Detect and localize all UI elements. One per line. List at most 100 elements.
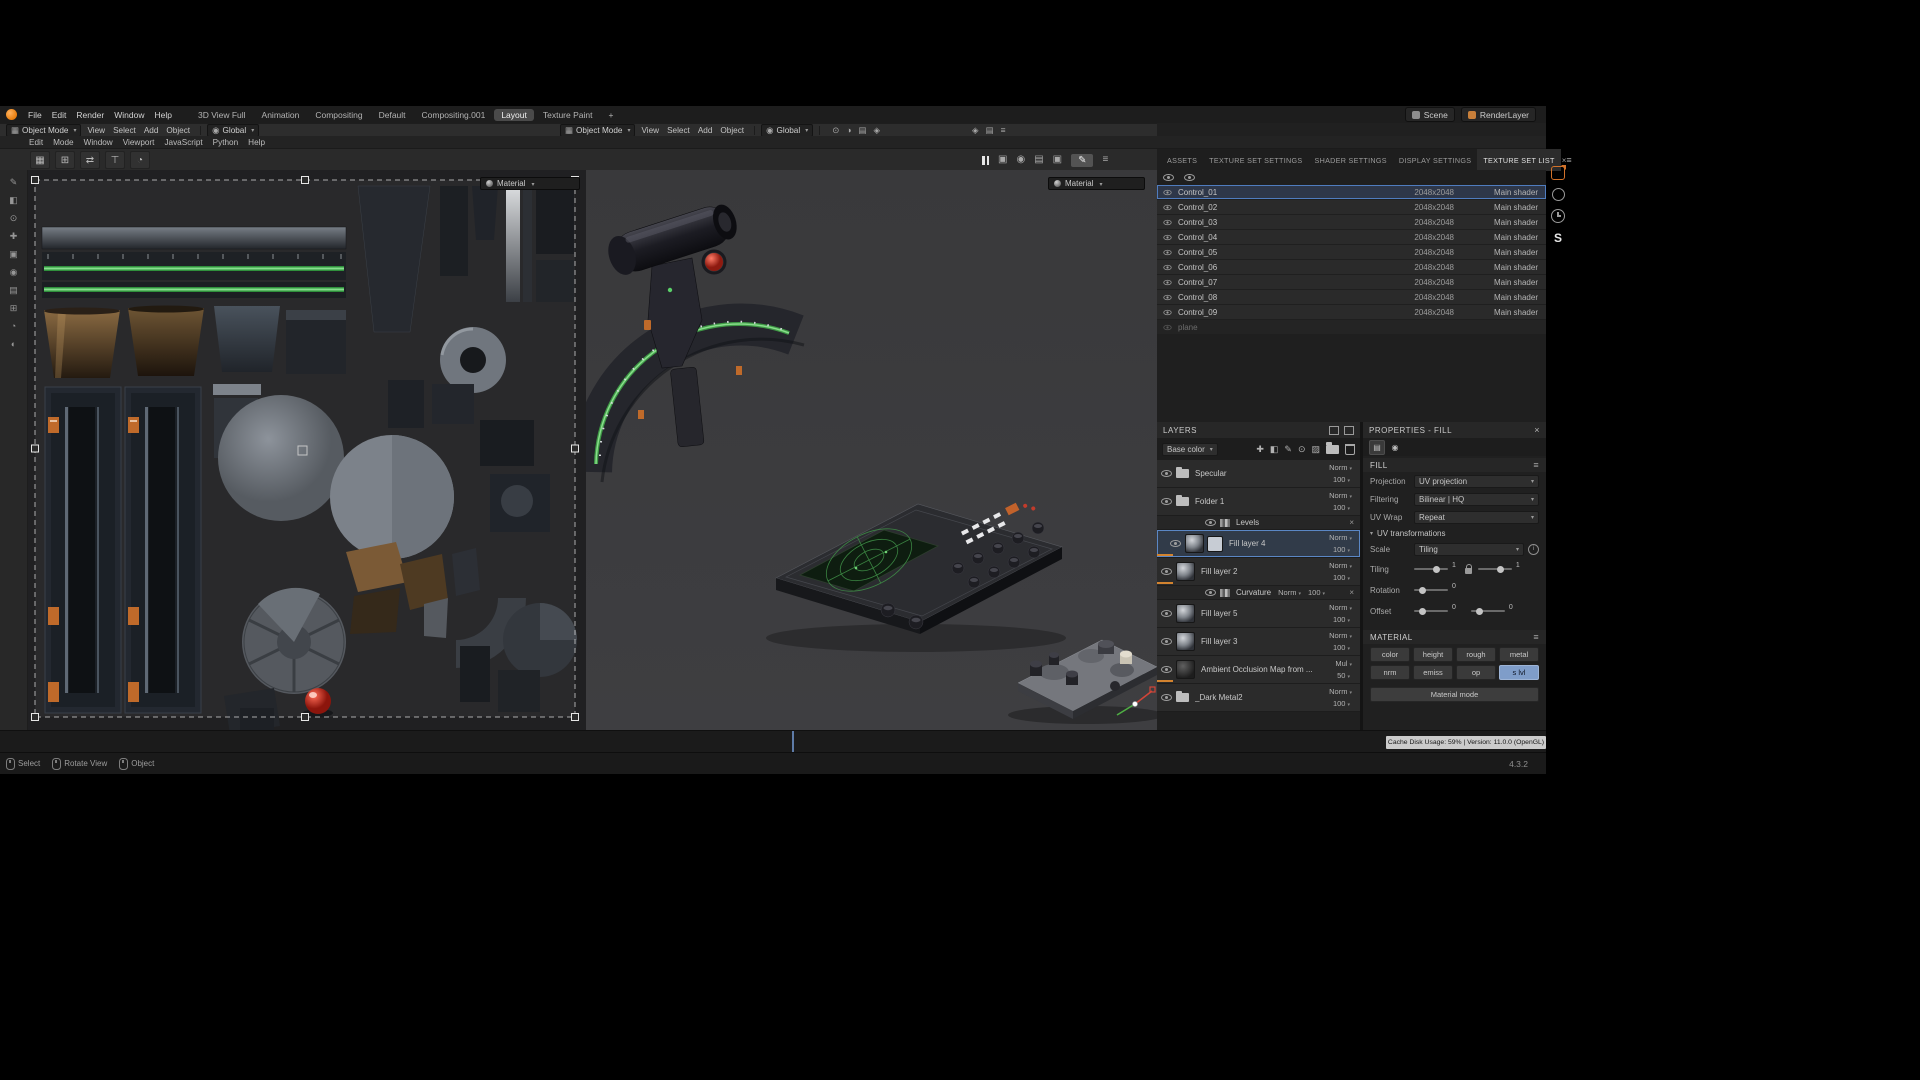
expand-icon[interactable] xyxy=(1344,425,1354,435)
workspace-tab[interactable]: Default xyxy=(372,109,413,121)
layer-thumbnail[interactable] xyxy=(1176,466,1189,478)
texture-set-row[interactable]: Control_05 2048x2048 Main shader xyxy=(1157,245,1546,259)
tiling-x-value[interactable]: 1 xyxy=(1452,562,1456,569)
texture-set-row[interactable]: Control_07 2048x2048 Main shader xyxy=(1157,275,1546,289)
channel-button[interactable]: rough xyxy=(1456,647,1496,662)
dock-tab[interactable]: SHADER SETTINGS xyxy=(1309,149,1393,171)
texture-visibility-icon[interactable] xyxy=(1163,249,1172,255)
blend-mode-select[interactable]: Norm xyxy=(1329,561,1352,570)
opacity-value[interactable]: 100 xyxy=(1333,615,1350,624)
texture-visibility-icon[interactable] xyxy=(1163,189,1172,195)
layer-row[interactable]: Levels × xyxy=(1157,516,1360,530)
side-tool-icon[interactable]: ✎ xyxy=(10,178,18,187)
opacity-value[interactable]: 100 xyxy=(1333,503,1350,512)
add-fill-layer-icon[interactable]: ◧ xyxy=(1270,444,1279,454)
info-icon[interactable] xyxy=(1528,543,1539,555)
painter-menu-item[interactable]: Viewport xyxy=(118,138,160,147)
painter-menu-item[interactable]: Python xyxy=(208,138,244,147)
side-tool-icon[interactable]: ▣ xyxy=(9,250,18,259)
status-circle-icon[interactable] xyxy=(1551,188,1565,201)
viewport-3d-canvas[interactable]: Material xyxy=(586,170,1157,730)
viewport-material-select[interactable]: Material xyxy=(1048,177,1145,190)
scene-selector[interactable]: Scene xyxy=(1404,107,1455,122)
layer-thumbnail[interactable] xyxy=(1220,588,1230,597)
texture-set-row[interactable]: Control_06 2048x2048 Main shader xyxy=(1157,260,1546,274)
channel-button[interactable]: height xyxy=(1413,647,1453,662)
tab-material-properties-icon[interactable]: ◉ xyxy=(1388,441,1402,454)
tool-settings-icon[interactable]: ≡ xyxy=(1102,155,1108,165)
texture-visibility-icon[interactable] xyxy=(1163,264,1172,270)
texture-shader[interactable]: Main shader xyxy=(1468,233,1538,242)
offset-y-value[interactable]: 0 xyxy=(1509,604,1513,611)
layer-visibility-icon[interactable] xyxy=(1205,589,1216,596)
undock-icon[interactable] xyxy=(1329,425,1339,435)
layer-thumbnail[interactable] xyxy=(1176,690,1189,702)
toolbar-tool-icon[interactable]: ▦ xyxy=(30,151,50,169)
opacity-value[interactable]: 100 xyxy=(1333,573,1350,582)
viewport-menu-item[interactable]: Object xyxy=(162,126,194,135)
texture-set-row[interactable]: Control_01 2048x2048 Main shader xyxy=(1157,185,1546,199)
share-icon[interactable] xyxy=(1551,166,1565,180)
painter-menu-item[interactable]: Edit xyxy=(24,138,48,147)
dock-tab[interactable]: ASSETS xyxy=(1161,149,1203,171)
layer-visibility-icon[interactable] xyxy=(1161,610,1172,617)
texture-visibility-icon[interactable] xyxy=(1163,204,1172,210)
dock-tab[interactable]: DISPLAY SETTINGS xyxy=(1393,149,1477,171)
texture-visibility-icon[interactable] xyxy=(1163,294,1172,300)
blend-mode-select[interactable]: Norm xyxy=(1329,533,1352,542)
opacity-value[interactable]: 100 xyxy=(1333,699,1350,708)
blend-mode-select[interactable]: Mul xyxy=(1335,659,1352,668)
channel-button[interactable]: color xyxy=(1370,647,1410,662)
pause-icon[interactable] xyxy=(982,155,989,165)
viewport-menu-item[interactable]: Add xyxy=(140,126,163,135)
painter-menu-item[interactable]: JavaScript xyxy=(159,138,207,147)
capture-tool-icon[interactable]: ▣ xyxy=(998,155,1007,165)
layer-row[interactable]: Curvature Norm 100 × xyxy=(1157,586,1360,600)
layer-visibility-icon[interactable] xyxy=(1161,470,1172,477)
shading-icon[interactable]: ▤ xyxy=(986,126,994,135)
visibility-all-icon[interactable] xyxy=(1163,174,1174,181)
side-tool-icon[interactable]: ◧ xyxy=(9,196,18,205)
shading-icon[interactable]: ◈ xyxy=(972,126,979,135)
side-tool-icon[interactable]: ◉ xyxy=(10,268,18,277)
layer-thumbnail[interactable] xyxy=(1176,562,1195,581)
channel-button[interactable]: metal xyxy=(1499,647,1539,662)
side-tool-icon[interactable]: ◔ xyxy=(11,322,16,331)
workspace-tab[interactable]: Layout xyxy=(494,108,534,121)
tiling-y-slider[interactable] xyxy=(1477,565,1512,573)
workspace-tab[interactable]: + xyxy=(601,109,620,121)
texture-visibility-icon[interactable] xyxy=(1163,219,1172,225)
opacity-value[interactable]: 100 xyxy=(1333,545,1350,554)
blend-mode-select[interactable]: Norm xyxy=(1329,687,1352,696)
add-paint-layer-icon[interactable]: ✚ xyxy=(1256,444,1264,454)
channel-button[interactable]: emiss xyxy=(1413,665,1453,680)
texture-set-row[interactable]: Control_08 2048x2048 Main shader xyxy=(1157,290,1546,304)
viewport-menu-item[interactable]: View xyxy=(83,126,109,135)
workspace-tab[interactable]: Texture Paint xyxy=(536,109,600,121)
texture-set-row[interactable]: Control_09 2048x2048 Main shader xyxy=(1157,305,1546,319)
opacity-value[interactable]: 100 xyxy=(1308,588,1325,597)
layer-visibility-icon[interactable] xyxy=(1170,540,1181,547)
channel-button[interactable]: op xyxy=(1456,665,1496,680)
menu-item[interactable]: File xyxy=(23,110,47,120)
layer-visibility-icon[interactable] xyxy=(1161,498,1172,505)
menu-item[interactable]: Help xyxy=(149,110,176,120)
workspace-tab[interactable]: Compositing xyxy=(308,109,369,121)
layer-row[interactable]: Fill layer 4 Norm 100 xyxy=(1157,530,1360,558)
layer-row[interactable]: Fill layer 2 Norm 100 xyxy=(1157,558,1360,586)
layer-thumbnail[interactable] xyxy=(1176,604,1195,623)
viewport-menu-item[interactable]: Add xyxy=(694,126,717,135)
side-tool-icon[interactable]: ⊙ xyxy=(10,214,18,223)
layer-visibility-icon[interactable] xyxy=(1161,638,1172,645)
texture-shader[interactable]: Main shader xyxy=(1468,218,1538,227)
capture-tool-icon[interactable]: ◉ xyxy=(1016,155,1025,165)
workspace-tab[interactable]: 3D View Full xyxy=(191,109,253,121)
workspace-tab[interactable]: Compositing.001 xyxy=(415,109,493,121)
layer-visibility-icon[interactable] xyxy=(1161,694,1172,701)
layer-thumbnail[interactable] xyxy=(1176,660,1195,679)
layer-thumbnail[interactable] xyxy=(1176,494,1189,506)
offset-x-slider[interactable] xyxy=(1414,607,1448,615)
opacity-value[interactable]: 50 xyxy=(1337,671,1350,680)
rotation-value[interactable]: 0 xyxy=(1452,583,1456,590)
texture-shader[interactable]: Main shader xyxy=(1468,278,1538,287)
